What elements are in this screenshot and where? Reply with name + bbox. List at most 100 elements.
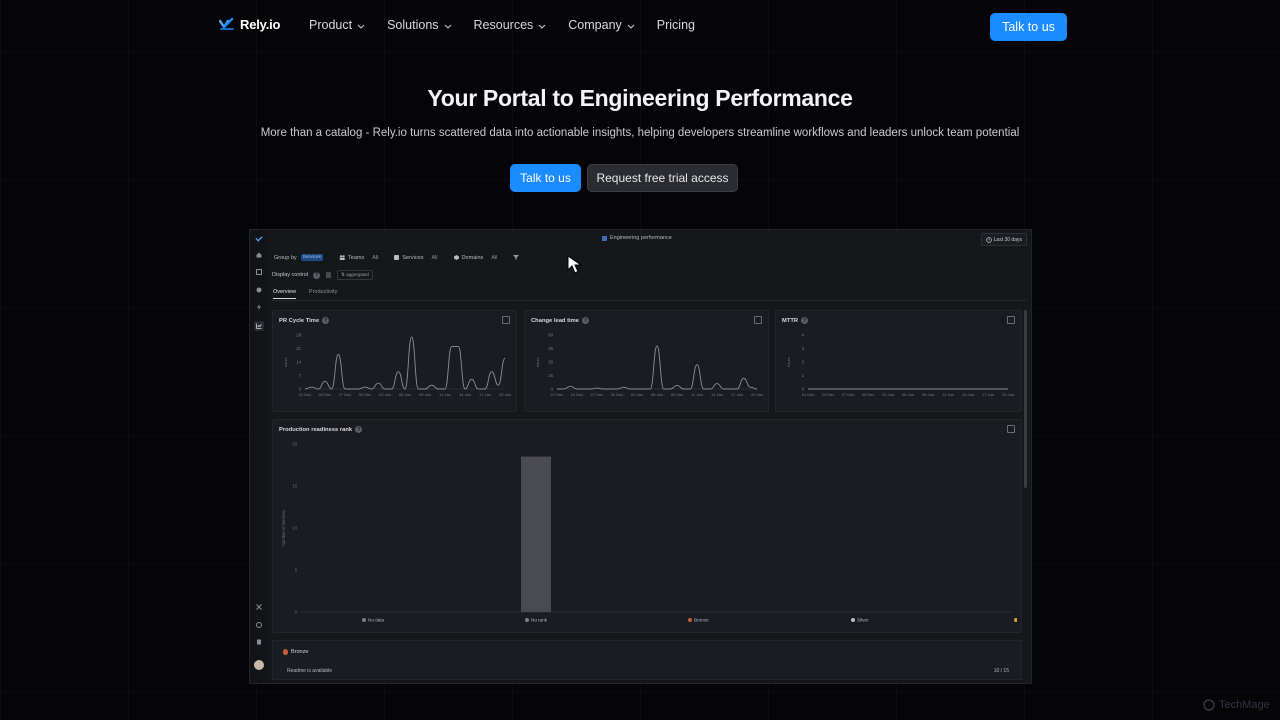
x-tick-label: 27 Dec bbox=[842, 392, 855, 397]
help-icon[interactable]: ? bbox=[322, 317, 330, 324]
automation-icon[interactable] bbox=[255, 303, 263, 311]
x-tick-label: 03 Jan bbox=[379, 392, 391, 397]
x-tick-label: 14 Jan bbox=[459, 392, 471, 397]
rank-badge-label: Bronze bbox=[291, 649, 309, 655]
nav-item-label: Pricing bbox=[656, 18, 695, 32]
nav-item-resources[interactable]: Resources bbox=[474, 18, 547, 32]
y-tick-label: 10 bbox=[292, 526, 297, 531]
nav-item-label: Solutions bbox=[387, 18, 439, 32]
services-label: Services bbox=[402, 254, 424, 261]
chart-icon bbox=[602, 235, 607, 241]
plugins-icon[interactable] bbox=[255, 603, 263, 611]
help-icon[interactable]: ? bbox=[801, 317, 809, 324]
x-tick-label: 24 Dec bbox=[822, 392, 835, 397]
docs-icon[interactable] bbox=[255, 638, 263, 646]
rely-logo-icon bbox=[219, 18, 234, 30]
avatar[interactable] bbox=[254, 660, 264, 670]
domain-icon bbox=[453, 255, 459, 260]
app-sidebar bbox=[250, 230, 268, 683]
x-tick-label: 24 Dec bbox=[571, 392, 584, 397]
y-tick-label: 1 bbox=[802, 373, 805, 378]
help-icon[interactable]: ? bbox=[313, 271, 321, 279]
date-range-picker[interactable]: Last 30 days bbox=[980, 233, 1027, 246]
teams-filter[interactable]: Teams All bbox=[339, 255, 378, 261]
y-axis-label: Number of services bbox=[281, 510, 286, 546]
services-value: All bbox=[431, 254, 438, 261]
x-tick-label: 06 Jan bbox=[902, 392, 914, 397]
nav-item-pricing[interactable]: Pricing bbox=[657, 18, 695, 32]
tabs-divider bbox=[272, 300, 1027, 301]
x-tick-label: 03 Jan bbox=[631, 392, 643, 397]
y-tick-label: 0 bbox=[551, 387, 554, 392]
category-medal-icon bbox=[688, 618, 692, 622]
domains-filter[interactable]: Domains All bbox=[453, 255, 497, 261]
x-tick-label: 21 Dec bbox=[299, 392, 312, 397]
readiness-card: Production readiness rank ? 20 15 10 5 0 Numb… bbox=[272, 419, 1022, 633]
x-tick-label: 17 Jan bbox=[479, 392, 491, 397]
x-tick-label: 14 Jan bbox=[962, 392, 974, 397]
services-filter[interactable]: Services All bbox=[394, 254, 438, 261]
hero-title: Your Portal to Engineering Performance bbox=[427, 85, 853, 111]
help-icon[interactable]: ? bbox=[355, 426, 363, 433]
x-tick-label: 24 Dec bbox=[319, 392, 332, 397]
talk-to-us-button[interactable]: Talk to us bbox=[990, 13, 1067, 41]
catalog-icon[interactable] bbox=[255, 268, 263, 276]
chevron-down-icon bbox=[627, 18, 635, 32]
nav-item-solutions[interactable]: Solutions bbox=[387, 18, 451, 32]
top-navigation: Rely.io Product Solutions Resources Comp… bbox=[0, 0, 1280, 52]
y-tick-label: 4 bbox=[802, 333, 805, 338]
nav-item-product[interactable]: Product bbox=[309, 18, 365, 32]
y-tick-label: 60 bbox=[548, 333, 553, 338]
card-title: Change lead time ? bbox=[531, 317, 589, 324]
chevron-down-icon bbox=[538, 18, 546, 32]
teams-label: Teams bbox=[348, 254, 365, 261]
card-title: Production readiness rank ? bbox=[279, 426, 363, 433]
x-tick-label: 09 Jan bbox=[419, 392, 431, 397]
x-tick-label: 21 Dec bbox=[551, 392, 564, 397]
insights-icon[interactable] bbox=[254, 321, 264, 331]
home-icon[interactable] bbox=[255, 251, 263, 259]
globe-icon[interactable] bbox=[255, 621, 263, 629]
tab-productivity[interactable]: Productivity bbox=[309, 289, 337, 299]
watermark-logo-icon bbox=[1203, 699, 1215, 711]
change-lead-chart: 60 45 30 15 0 hours 21 Dec 24 Dec 27 Dec 30 Dec 03… bbox=[535, 333, 763, 398]
help-icon[interactable]: ? bbox=[582, 317, 589, 324]
x-category-label: Bronze bbox=[694, 618, 709, 623]
y-tick-label: 15 bbox=[292, 484, 297, 489]
y-tick-label: 2 bbox=[802, 360, 805, 365]
scrollbar[interactable] bbox=[1024, 310, 1027, 488]
filter-icon[interactable] bbox=[513, 255, 520, 260]
card-title-text: MTTR bbox=[782, 317, 799, 324]
expand-icon[interactable] bbox=[754, 316, 762, 324]
x-tick-label: 14 Jan bbox=[711, 392, 723, 397]
bar bbox=[521, 456, 551, 612]
x-tick-label: 06 Jan bbox=[651, 392, 663, 397]
card-title: PR Cycle Time ? bbox=[279, 317, 330, 324]
aggregated-toggle[interactable]: ⇅ aggregated bbox=[337, 270, 373, 280]
expand-icon[interactable] bbox=[502, 316, 510, 324]
request-trial-button[interactable]: Request free trial access bbox=[587, 164, 738, 192]
mttr-chart: 4 3 2 1 0 hours 21 Dec 24 Dec 27 Dec 30 Dec 03 Jan… bbox=[786, 333, 1014, 398]
y-tick-label: 5 bbox=[295, 568, 298, 573]
tab-overview[interactable]: Overview bbox=[273, 289, 296, 299]
card-title: MTTR ? bbox=[782, 317, 809, 324]
bronze-medal-icon bbox=[283, 649, 288, 655]
expand-icon[interactable] bbox=[1007, 425, 1015, 433]
scorecard-icon[interactable] bbox=[255, 286, 263, 294]
y-tick-label: 0 bbox=[802, 387, 805, 392]
group-by-select[interactable]: Services bbox=[300, 254, 324, 261]
app-title-text: Engineering performance bbox=[610, 235, 672, 241]
series-line bbox=[304, 336, 506, 390]
hero-talk-to-us-button[interactable]: Talk to us bbox=[510, 164, 581, 192]
x-tick-label: 27 Dec bbox=[591, 392, 604, 397]
brand-logo[interactable]: Rely.io bbox=[219, 17, 280, 32]
y-axis-label: hours bbox=[786, 357, 791, 367]
x-category-label: No data bbox=[368, 618, 385, 623]
nav-item-company[interactable]: Company bbox=[568, 18, 635, 32]
product-screenshot: Engineering performance Last 30 days Gro… bbox=[249, 229, 1032, 684]
list-icon[interactable] bbox=[325, 272, 332, 278]
change-lead-card: Change lead time ? 60 45 30 15 0 hours 21 Dec 2… bbox=[524, 310, 769, 412]
hero-subtitle: More than a catalog - Rely.io turns scat… bbox=[260, 127, 1020, 139]
expand-icon[interactable] bbox=[1007, 316, 1015, 324]
rule-text: Readme is available bbox=[287, 668, 333, 674]
